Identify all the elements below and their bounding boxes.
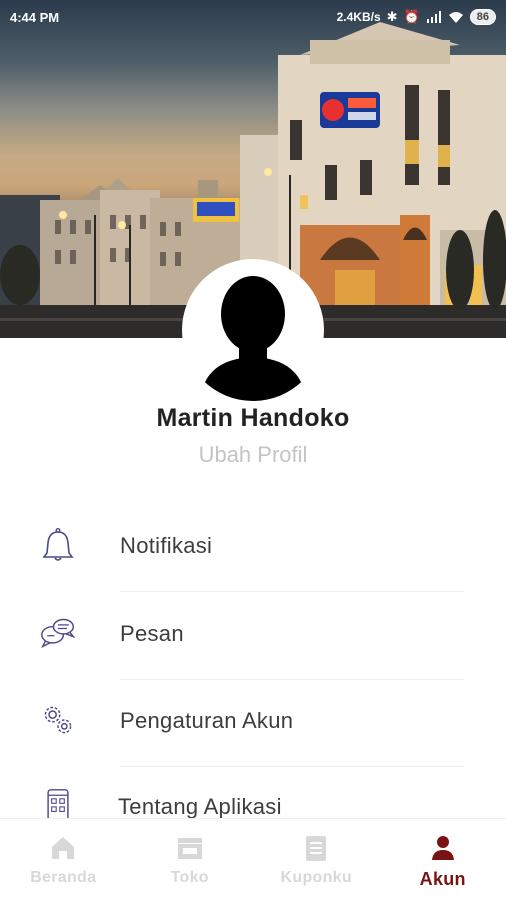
alarm-icon: ⏰ — [403, 9, 420, 24]
network-speed: 2.4KB/s — [336, 10, 381, 24]
edit-profile-link[interactable]: Ubah Profil — [0, 442, 506, 468]
bottom-navigation: Beranda Toko Kuponku Akun — [0, 818, 506, 900]
battery-icon: 86 — [469, 9, 496, 25]
tab-label: Toko — [170, 869, 209, 886]
menu-item-pengaturan-akun[interactable]: Pengaturan Akun — [0, 678, 506, 767]
bell-icon — [42, 528, 74, 561]
home-icon — [52, 837, 75, 859]
coupon-icon — [306, 836, 327, 861]
gears-icon — [44, 706, 72, 734]
tab-label: Akun — [419, 869, 466, 889]
chat-bubbles-icon — [41, 618, 76, 649]
store-icon — [177, 838, 202, 859]
tab-kuponku[interactable]: Kuponku — [253, 819, 380, 900]
tab-toko[interactable]: Toko — [127, 819, 254, 900]
menu-label: Pengaturan Akun — [120, 708, 294, 733]
menu-label: Tentang Aplikasi — [118, 794, 282, 819]
tab-beranda[interactable]: Beranda — [0, 819, 127, 900]
wifi-icon — [448, 11, 463, 23]
person-silhouette-icon — [200, 276, 306, 401]
status-time: 4:44 PM — [10, 9, 60, 25]
menu-label: Pesan — [120, 621, 184, 646]
menu-label: Notifikasi — [120, 533, 213, 558]
tab-label: Kuponku — [280, 869, 352, 886]
status-bar: 4:44 PM 2.4KB/s ✱ ⏰ 86 — [0, 0, 506, 34]
profile-name: Martin Handoko — [156, 404, 350, 432]
tab-akun[interactable]: Akun — [380, 819, 506, 900]
menu-item-notifikasi[interactable]: Notifikasi — [0, 503, 506, 592]
bluetooth-off-icon: ✱ — [386, 9, 398, 24]
tab-label: Beranda — [30, 869, 97, 886]
person-icon — [431, 836, 454, 860]
menu-item-pesan[interactable]: Pesan — [0, 591, 506, 680]
signal-icon — [426, 11, 441, 23]
status-icons: 2.4KB/s ✱ ⏰ 86 — [337, 9, 496, 25]
avatar[interactable] — [182, 259, 324, 401]
